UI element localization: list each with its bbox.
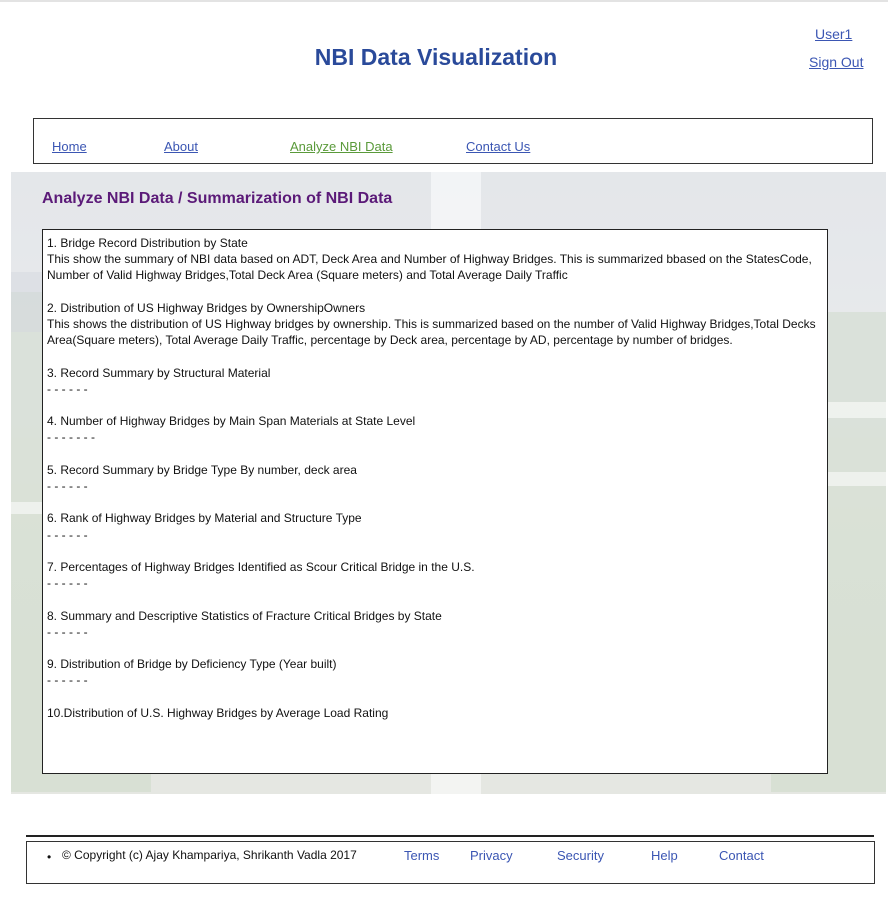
item-placeholder: - - - - - - <box>47 624 88 639</box>
list-item[interactable]: 5. Record Summary by Bridge Type By numb… <box>47 462 823 494</box>
top-divider <box>0 0 888 2</box>
bullet-icon: • <box>47 850 52 864</box>
footer: • © Copyright (c) Ajay Khampariya, Shrik… <box>26 841 875 884</box>
item-title: 10.Distribution of U.S. Highway Bridges … <box>47 705 389 720</box>
summary-list: 1. Bridge Record Distribution by State T… <box>42 229 828 774</box>
footer-privacy-link[interactable]: Privacy <box>470 848 513 863</box>
nav-contact-link[interactable]: Contact Us <box>466 139 530 154</box>
item-title: 2. Distribution of US Highway Bridges by… <box>47 300 366 315</box>
nav-analyze-link[interactable]: Analyze NBI Data <box>290 139 393 154</box>
footer-divider <box>26 835 874 837</box>
main-nav: Home About Analyze NBI Data Contact Us <box>33 118 873 164</box>
footer-terms-link[interactable]: Terms <box>404 848 439 863</box>
list-item[interactable]: 1. Bridge Record Distribution by State T… <box>47 235 823 284</box>
item-title: 8. Summary and Descriptive Statistics of… <box>47 608 442 623</box>
hero-background: Analyze NBI Data / Summarization of NBI … <box>11 172 886 794</box>
list-item[interactable]: 3. Record Summary by Structural Material… <box>47 365 823 397</box>
list-item[interactable]: 4. Number of Highway Bridges by Main Spa… <box>47 413 823 445</box>
item-title: 7. Percentages of Highway Bridges Identi… <box>47 559 475 574</box>
item-description: This show the summary of NBI data based … <box>47 252 812 283</box>
item-placeholder: - - - - - - <box>47 576 88 591</box>
user-link[interactable]: User1 <box>815 26 852 42</box>
list-item[interactable]: 2. Distribution of US Highway Bridges by… <box>47 300 823 349</box>
item-title: 5. Record Summary by Bridge Type By numb… <box>47 462 357 477</box>
item-placeholder: - - - - - - <box>47 527 88 542</box>
footer-security-link[interactable]: Security <box>557 848 604 863</box>
item-description: This shows the distribution of US Highwa… <box>47 317 816 348</box>
item-title: 4. Number of Highway Bridges by Main Spa… <box>47 414 416 429</box>
item-placeholder: - - - - - - <box>47 381 88 396</box>
item-title: 6. Rank of Highway Bridges by Material a… <box>47 511 362 526</box>
item-placeholder: - - - - - - - <box>47 430 95 445</box>
footer-help-link[interactable]: Help <box>651 848 678 863</box>
item-title: 9. Distribution of Bridge by Deficiency … <box>47 657 337 672</box>
copyright-text: © Copyright (c) Ajay Khampariya, Shrikan… <box>62 848 357 862</box>
list-item[interactable]: 8. Summary and Descriptive Statistics of… <box>47 608 823 640</box>
item-placeholder: - - - - - - <box>47 478 88 493</box>
site-title: NBI Data Visualization <box>314 44 558 70</box>
list-item[interactable]: 9. Distribution of Bridge by Deficiency … <box>47 656 823 688</box>
nav-home-link[interactable]: Home <box>52 139 87 154</box>
sign-out-link[interactable]: Sign Out <box>809 54 863 70</box>
item-title: 3. Record Summary by Structural Material <box>47 365 271 380</box>
footer-contact-link[interactable]: Contact <box>719 848 764 863</box>
item-placeholder: - - - - - - <box>47 673 88 688</box>
list-item[interactable]: 7. Percentages of Highway Bridges Identi… <box>47 559 823 591</box>
list-item[interactable]: 6. Rank of Highway Bridges by Material a… <box>47 510 823 542</box>
list-item[interactable]: 10.Distribution of U.S. Highway Bridges … <box>47 705 823 721</box>
nav-about-link[interactable]: About <box>164 139 198 154</box>
section-title: Analyze NBI Data / Summarization of NBI … <box>42 190 393 207</box>
item-title: 1. Bridge Record Distribution by State <box>47 236 248 250</box>
